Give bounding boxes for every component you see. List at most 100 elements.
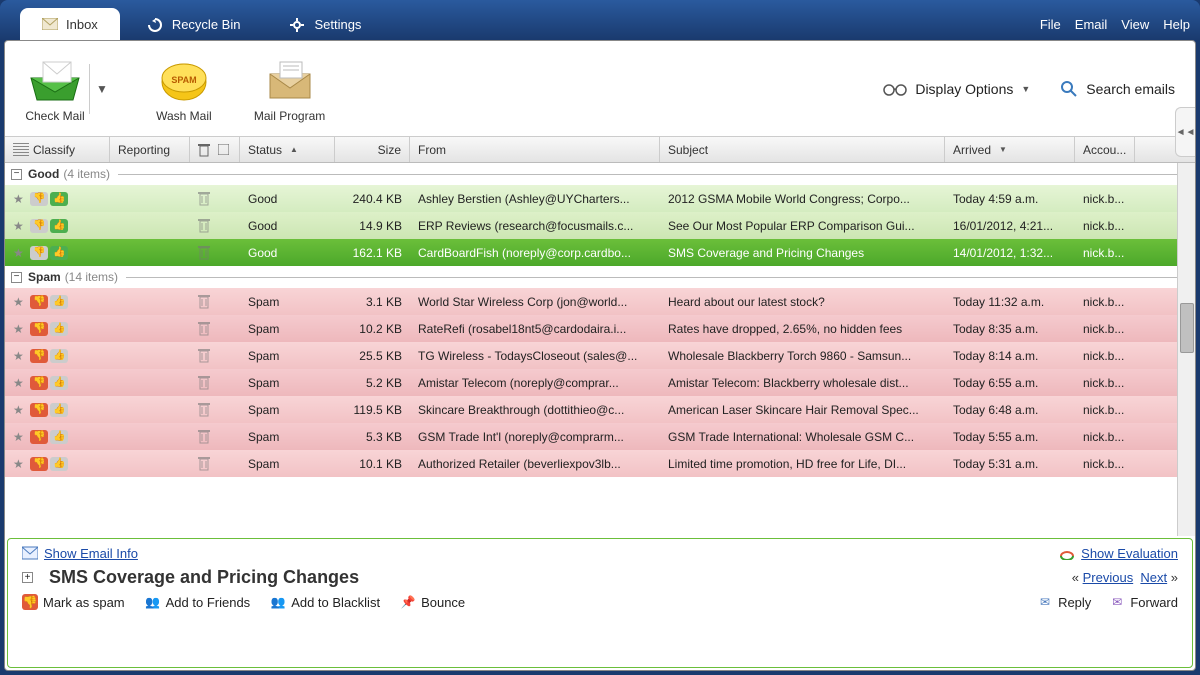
group-header-spam[interactable]: − Spam (14 items) <box>5 266 1195 288</box>
thumb-down-icon[interactable]: 👎 <box>30 457 48 471</box>
star-icon[interactable]: ★ <box>13 403 24 417</box>
email-row[interactable]: ★ 👎👍 Spam 119.5 KB Skincare Breakthrough… <box>5 396 1195 423</box>
email-row[interactable]: ★ 👎👍 Spam 3.1 KB World Star Wireless Cor… <box>5 288 1195 315</box>
next-link[interactable]: Next <box>1140 570 1167 585</box>
mail-program-button[interactable]: Mail Program <box>254 55 325 123</box>
header-reporting[interactable]: Reporting <box>110 137 190 162</box>
panel-expand-handle[interactable]: ◄◄ <box>1175 107 1195 157</box>
check-mail-button[interactable]: Check Mail <box>25 55 85 123</box>
classify-thumbs[interactable]: 👎👍 <box>30 219 68 233</box>
header-size[interactable]: Size <box>335 137 410 162</box>
classify-thumbs[interactable]: 👎👍 <box>30 457 68 471</box>
trash-icon[interactable] <box>198 348 212 364</box>
star-icon[interactable]: ★ <box>13 295 24 309</box>
reply-button[interactable]: ✉Reply <box>1037 594 1091 610</box>
menu-view[interactable]: View <box>1121 17 1149 32</box>
menu-file[interactable]: File <box>1040 17 1061 32</box>
trash-icon[interactable] <box>198 321 212 337</box>
thumb-up-icon[interactable]: 👍 <box>50 322 68 336</box>
trash-icon[interactable] <box>198 218 212 234</box>
star-icon[interactable]: ★ <box>13 246 24 260</box>
collapse-icon[interactable]: − <box>11 169 22 180</box>
star-icon[interactable]: ★ <box>13 192 24 206</box>
header-arrived[interactable]: Arrived <box>945 137 1075 162</box>
add-blacklist-button[interactable]: 👥Add to Blacklist <box>270 594 380 610</box>
email-row[interactable]: ★ 👎👍 Good 162.1 KB CardBoardFish (norepl… <box>5 239 1195 266</box>
thumb-down-icon[interactable]: 👎 <box>30 376 48 390</box>
star-icon[interactable]: ★ <box>13 322 24 336</box>
star-icon[interactable]: ★ <box>13 430 24 444</box>
display-options-button[interactable]: Display Options ▼ <box>883 81 1030 97</box>
thumb-down-icon[interactable]: 👎 <box>30 295 48 309</box>
classify-thumbs[interactable]: 👎👍 <box>30 403 68 417</box>
menu-help[interactable]: Help <box>1163 17 1190 32</box>
thumb-up-icon[interactable]: 👍 <box>50 457 68 471</box>
vertical-scrollbar[interactable] <box>1177 163 1195 536</box>
expand-icon[interactable]: + <box>22 572 33 583</box>
star-icon[interactable]: ★ <box>13 457 24 471</box>
trash-icon[interactable] <box>198 245 212 261</box>
trash-icon[interactable] <box>198 294 212 310</box>
classify-thumbs[interactable]: 👎👍 <box>30 322 68 336</box>
thumb-up-icon[interactable]: 👍 <box>50 403 68 417</box>
classify-thumbs[interactable]: 👎👍 <box>30 295 68 309</box>
email-row[interactable]: ★ 👎👍 Good 240.4 KB Ashley Berstien (Ashl… <box>5 185 1195 212</box>
tab-recycle[interactable]: Recycle Bin <box>126 8 263 40</box>
star-icon[interactable]: ★ <box>13 376 24 390</box>
thumb-down-icon[interactable]: 👎 <box>30 192 48 206</box>
thumb-up-icon[interactable]: 👍 <box>50 430 68 444</box>
classify-thumbs[interactable]: 👎👍 <box>30 349 68 363</box>
header-status[interactable]: Status <box>240 137 335 162</box>
star-icon[interactable]: ★ <box>13 349 24 363</box>
group-header-good[interactable]: − Good (4 items) <box>5 163 1195 185</box>
thumb-down-icon[interactable]: 👎 <box>30 403 48 417</box>
header-classify[interactable]: Classify <box>5 137 110 162</box>
thumb-up-icon[interactable]: 👍 <box>50 376 68 390</box>
collapse-icon[interactable]: − <box>11 272 22 283</box>
forward-button[interactable]: ✉Forward <box>1109 594 1178 610</box>
check-mail-dropdown[interactable]: ▼ <box>89 64 114 114</box>
tab-inbox[interactable]: Inbox <box>20 8 120 40</box>
header-account[interactable]: Accou... <box>1075 137 1135 162</box>
header-from[interactable]: From <box>410 137 660 162</box>
trash-icon[interactable] <box>198 375 212 391</box>
trash-icon[interactable] <box>198 402 212 418</box>
wash-mail-button[interactable]: SPAM Wash Mail <box>154 55 214 123</box>
email-row[interactable]: ★ 👎👍 Spam 10.2 KB RateRefi (rosabel18nt5… <box>5 315 1195 342</box>
thumb-up-icon[interactable]: 👍 <box>50 246 68 260</box>
tab-settings[interactable]: Settings <box>268 8 383 40</box>
thumb-down-icon[interactable]: 👎 <box>30 246 48 260</box>
thumb-down-icon[interactable]: 👎 <box>30 219 48 233</box>
add-friends-button[interactable]: 👥Add to Friends <box>145 594 251 610</box>
bounce-button[interactable]: 📌Bounce <box>400 594 465 610</box>
header-subject[interactable]: Subject <box>660 137 945 162</box>
email-row[interactable]: ★ 👎👍 Spam 10.1 KB Authorized Retailer (b… <box>5 450 1195 477</box>
trash-icon[interactable] <box>198 429 212 445</box>
thumb-down-icon[interactable]: 👎 <box>30 430 48 444</box>
thumb-down-icon[interactable]: 👎 <box>30 322 48 336</box>
email-row[interactable]: ★ 👎👍 Good 14.9 KB ERP Reviews (research@… <box>5 212 1195 239</box>
thumb-up-icon[interactable]: 👍 <box>50 349 68 363</box>
search-emails-button[interactable]: Search emails <box>1060 80 1175 98</box>
header-delete[interactable] <box>190 137 240 162</box>
email-row[interactable]: ★ 👎👍 Spam 5.2 KB Amistar Telecom (norepl… <box>5 369 1195 396</box>
trash-icon[interactable] <box>198 191 212 207</box>
classify-thumbs[interactable]: 👎👍 <box>30 246 68 260</box>
show-email-info-link[interactable]: Show Email Info <box>22 545 138 561</box>
thumb-down-icon[interactable]: 👎 <box>30 349 48 363</box>
email-row[interactable]: ★ 👎👍 Spam 5.3 KB GSM Trade Int'l (norepl… <box>5 423 1195 450</box>
classify-thumbs[interactable]: 👎👍 <box>30 192 68 206</box>
trash-icon[interactable] <box>198 456 212 472</box>
menu-email[interactable]: Email <box>1075 17 1108 32</box>
show-evaluation-link[interactable]: Show Evaluation <box>1059 545 1178 561</box>
email-row[interactable]: ★ 👎👍 Spam 25.5 KB TG Wireless - TodaysCl… <box>5 342 1195 369</box>
thumb-up-icon[interactable]: 👍 <box>50 219 68 233</box>
mark-spam-button[interactable]: 👎Mark as spam <box>22 594 125 610</box>
thumb-up-icon[interactable]: 👍 <box>50 192 68 206</box>
classify-thumbs[interactable]: 👎👍 <box>30 430 68 444</box>
classify-thumbs[interactable]: 👎👍 <box>30 376 68 390</box>
star-icon[interactable]: ★ <box>13 219 24 233</box>
scrollbar-thumb[interactable] <box>1180 303 1194 353</box>
thumb-up-icon[interactable]: 👍 <box>50 295 68 309</box>
previous-link[interactable]: Previous <box>1083 570 1134 585</box>
